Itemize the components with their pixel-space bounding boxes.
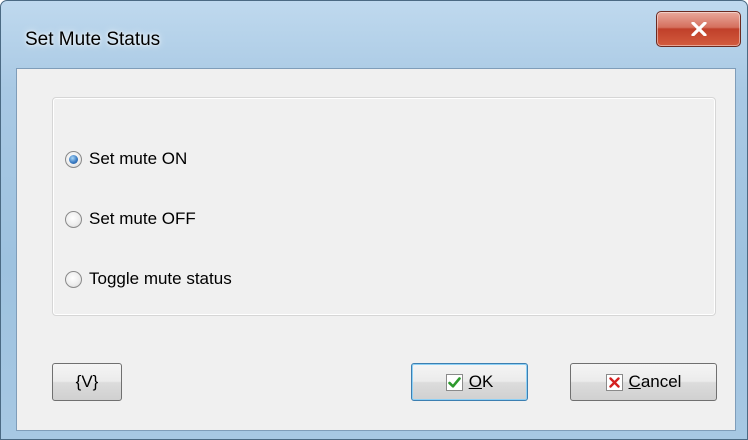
option-label: Set mute OFF <box>89 209 196 228</box>
ok-button[interactable]: OK <box>411 363 528 401</box>
x-icon <box>605 373 623 391</box>
window-title: Set Mute Status <box>25 29 161 50</box>
option-toggle-mute-status[interactable]: Toggle mute status <box>65 267 232 291</box>
radio-button[interactable] <box>65 270 82 288</box>
checkmark-icon <box>445 373 463 391</box>
option-label: Toggle mute status <box>89 269 232 288</box>
cancel-button-label: Cancel <box>628 372 682 391</box>
option-set-mute-on[interactable]: Set mute ON <box>65 147 187 171</box>
variables-button-label: {V} <box>75 372 99 391</box>
ok-button-label: OK <box>468 372 494 391</box>
option-set-mute-off[interactable]: Set mute OFF <box>65 207 196 231</box>
variables-button[interactable]: {V} <box>52 363 122 401</box>
radio-button[interactable] <box>65 210 82 228</box>
title-bar[interactable]: Set Mute Status <box>1 1 747 77</box>
option-label: Set mute ON <box>89 149 188 168</box>
close-button[interactable] <box>656 11 741 47</box>
dialog-body: Set mute ON Set mute OFF Toggle mute sta… <box>16 68 736 431</box>
mute-options-group: Set mute ON Set mute OFF Toggle mute sta… <box>52 97 716 316</box>
radio-button-selected[interactable] <box>65 150 82 168</box>
cancel-button[interactable]: Cancel <box>570 363 717 401</box>
dialog-window: Set Mute Status Set mute ON Set mute OFF… <box>0 0 748 440</box>
close-icon <box>690 22 707 36</box>
